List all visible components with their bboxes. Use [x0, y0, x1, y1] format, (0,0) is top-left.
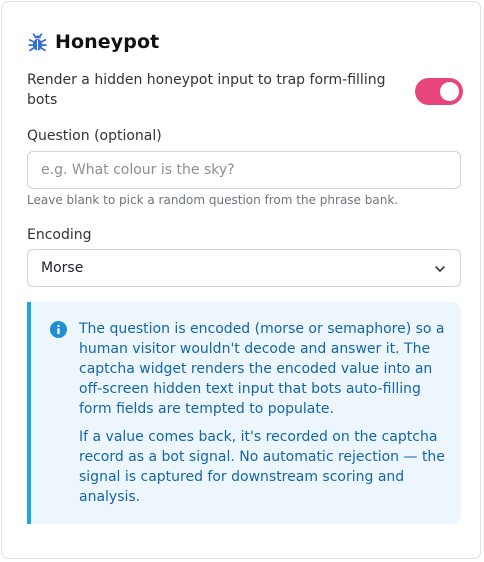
encoding-label: Encoding — [27, 227, 92, 243]
info-paragraph-2: If a value comes back, it's recorded on … — [79, 429, 445, 505]
question-help-text: Leave blank to pick a random question fr… — [27, 193, 399, 207]
honeypot-toggle-switch[interactable] — [415, 78, 463, 105]
encoding-select[interactable]: Morse — [27, 249, 461, 287]
honeypot-toggle-label: Render a hidden honeypot input to trap f… — [27, 72, 386, 108]
question-input[interactable] — [27, 151, 461, 189]
honeypot-card: Honeypot Render a hidden honeypot input … — [1, 1, 481, 559]
info-icon — [50, 321, 67, 338]
info-paragraph-1: The question is encoded (morse or semaph… — [79, 321, 445, 417]
toggle-knob — [440, 82, 459, 101]
chevron-down-icon — [435, 266, 445, 272]
bug-icon — [27, 32, 48, 53]
encoding-selected-value: Morse — [41, 260, 84, 276]
card-title: Honeypot — [55, 31, 160, 53]
question-label: Question (optional) — [27, 128, 162, 144]
card-header: Honeypot — [27, 28, 159, 56]
info-callout: The question is encoded (morse or semaph… — [27, 302, 461, 524]
